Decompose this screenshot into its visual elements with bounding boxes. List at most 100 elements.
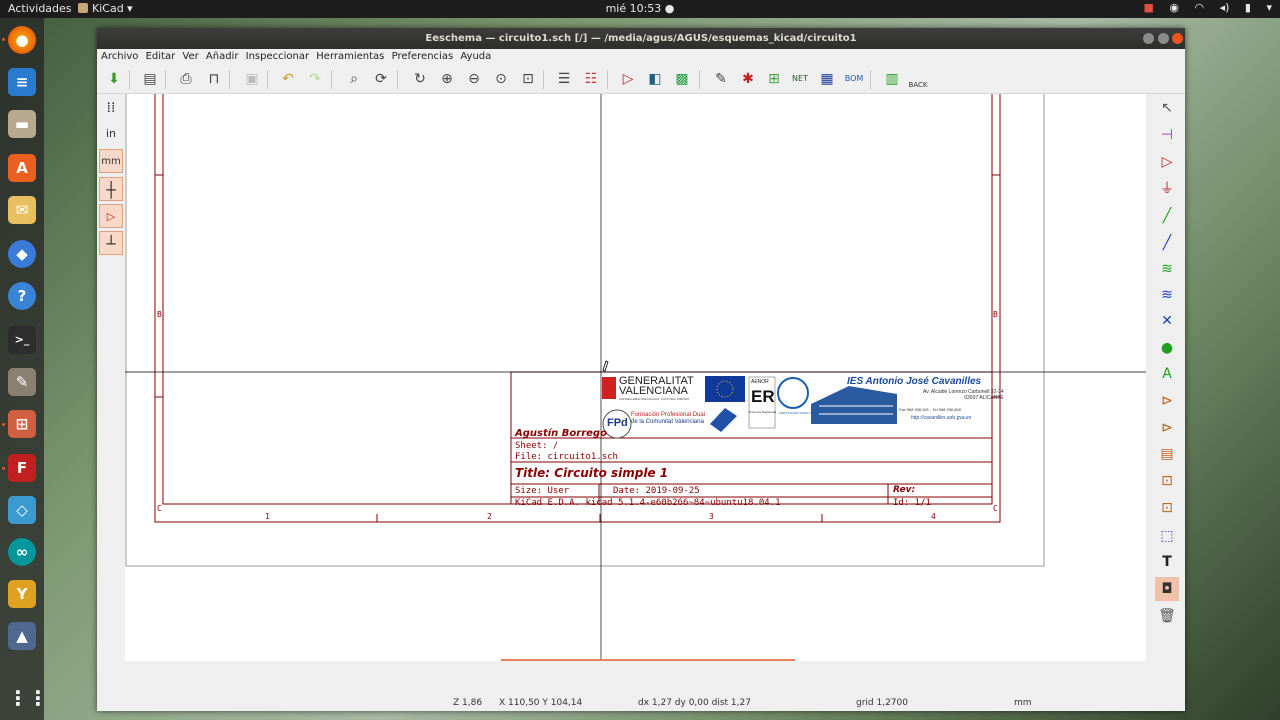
clock[interactable]: mié 10:53 ● bbox=[0, 2, 1280, 15]
add-global-label-icon[interactable]: ⊳ bbox=[1155, 389, 1179, 413]
menu-ver[interactable]: Ver bbox=[178, 49, 198, 62]
menu-inspeccionar[interactable]: Inspeccionar bbox=[242, 49, 309, 62]
app-menu[interactable]: KiCad ▾ bbox=[78, 2, 133, 15]
save-icon[interactable]: ⬇ bbox=[103, 68, 125, 90]
undo-icon[interactable]: ↶ bbox=[277, 68, 299, 90]
symbol-browser-icon[interactable]: ◧ bbox=[644, 68, 666, 90]
annotate-icon[interactable]: ✎ bbox=[710, 68, 732, 90]
title-block-author: Agustín Borrego bbox=[515, 428, 607, 439]
find-replace-icon[interactable]: ⟳ bbox=[370, 68, 392, 90]
gimp-icon[interactable]: ✎ bbox=[8, 368, 36, 396]
files-icon[interactable]: ▬ bbox=[8, 110, 36, 138]
menu-herramientas[interactable]: Herramientas bbox=[312, 49, 384, 62]
maximize-button[interactable] bbox=[1158, 33, 1169, 44]
add-bus-icon[interactable]: ╱ bbox=[1155, 231, 1179, 255]
wire-angle-icon[interactable]: ┴ bbox=[99, 231, 123, 255]
add-power-icon[interactable]: ⏚ bbox=[1155, 177, 1179, 201]
back-annotate-icon[interactable]: BACK bbox=[907, 68, 929, 90]
eeschema-window: Eeschema — circuito1.sch [/] — /media/ag… bbox=[97, 28, 1185, 711]
yed-icon[interactable]: Y bbox=[8, 580, 36, 608]
zoom-selection-icon[interactable]: ⊡ bbox=[517, 68, 539, 90]
status-bar: Z 1,86 X 110,50 Y 104,14 dx 1,27 dy 0,00… bbox=[97, 695, 1185, 711]
page-settings-icon[interactable]: ▤ bbox=[139, 68, 161, 90]
activities-button[interactable]: Actividades bbox=[8, 2, 72, 15]
plot-icon[interactable]: ⊓ bbox=[203, 68, 225, 90]
menu-anadir[interactable]: Añadir bbox=[202, 49, 239, 62]
cursor-shape-icon[interactable]: ┼ bbox=[99, 177, 123, 201]
zoom-fit-icon[interactable]: ⊙ bbox=[490, 68, 512, 90]
delete-icon[interactable]: 🗑 bbox=[1155, 604, 1179, 628]
software-center-icon[interactable]: A bbox=[8, 154, 36, 182]
add-image-icon[interactable]: ◘ bbox=[1155, 577, 1179, 601]
netlist-icon[interactable]: NET bbox=[789, 68, 811, 90]
erc-icon[interactable]: ✱ bbox=[737, 68, 759, 90]
show-apps-icon[interactable]: ⋮⋮ bbox=[8, 684, 48, 712]
hidden-pins-icon[interactable]: ▷ bbox=[99, 204, 123, 228]
wire-to-bus-entry-icon[interactable]: ≋ bbox=[1155, 257, 1179, 281]
image-viewer-icon[interactable]: ▲ bbox=[8, 622, 36, 650]
freecad-icon[interactable]: F bbox=[8, 454, 36, 482]
menu-archivo[interactable]: Archivo bbox=[97, 49, 138, 62]
import-sheet-pin-icon[interactable]: ⊡ bbox=[1155, 469, 1179, 493]
firefox-icon[interactable]: ● bbox=[8, 26, 36, 54]
select-arrow-icon[interactable]: ↖ bbox=[1155, 96, 1179, 120]
ies-name: IES Antonio José Cavanilles bbox=[847, 376, 982, 387]
add-graphic-lines-icon[interactable]: ⬚ bbox=[1155, 524, 1179, 548]
title-block-kicad-version: KiCad E.D.A. kicad 5.1.4-e60b266~84~ubun… bbox=[515, 498, 781, 508]
bus-to-bus-entry-icon[interactable]: ≋ bbox=[1155, 283, 1179, 307]
title-block-rev: Rev: bbox=[893, 485, 916, 495]
refresh-icon[interactable]: ↻ bbox=[409, 68, 431, 90]
leave-sheet-icon[interactable]: ☷ bbox=[580, 68, 602, 90]
menu-preferencias[interactable]: Preferencias bbox=[388, 49, 454, 62]
fritzing-icon[interactable]: ◇ bbox=[8, 496, 36, 524]
horizontal-scrollbar[interactable] bbox=[501, 659, 795, 661]
inches-button[interactable]: in bbox=[99, 122, 123, 146]
arduino-icon[interactable]: ∞ bbox=[8, 538, 36, 566]
kicad-eeschema-icon[interactable]: ⊞ bbox=[8, 410, 36, 438]
zoom-out-icon[interactable]: ⊖ bbox=[463, 68, 485, 90]
grid-toggle-icon[interactable]: ⁞⁞ bbox=[99, 96, 123, 120]
window-titlebar[interactable]: Eeschema — circuito1.sch [/] — /media/ag… bbox=[97, 28, 1185, 49]
frame-col-1: 1 bbox=[265, 512, 270, 521]
close-button[interactable] bbox=[1172, 33, 1183, 44]
add-sheet-pin-icon[interactable]: ⊡ bbox=[1155, 496, 1179, 520]
millimeters-button[interactable]: mm bbox=[99, 149, 123, 173]
paste-icon[interactable]: ▣ bbox=[241, 68, 263, 90]
mail-icon[interactable]: ✉ bbox=[8, 196, 36, 224]
help-icon[interactable]: ? bbox=[8, 282, 36, 310]
terminal-icon[interactable]: >_ bbox=[8, 326, 36, 354]
bom-table-icon[interactable]: ▦ bbox=[816, 68, 838, 90]
zoom-in-icon[interactable]: ⊕ bbox=[436, 68, 458, 90]
symbol-editor-icon[interactable]: ▷ bbox=[617, 68, 639, 90]
hierarchy-navigator-icon[interactable]: ☰ bbox=[553, 68, 575, 90]
writer-icon[interactable]: ≡ bbox=[8, 68, 36, 96]
units-readout: mm bbox=[1014, 698, 1032, 708]
find-icon[interactable]: ⌕ bbox=[343, 68, 365, 90]
toolbar-separator bbox=[699, 70, 700, 89]
highlight-net-icon[interactable]: ⊣ bbox=[1155, 123, 1179, 147]
footprint-editor-icon[interactable]: ▩ bbox=[671, 68, 693, 90]
pcbnew-icon[interactable]: ▥ bbox=[881, 68, 903, 90]
menu-editar[interactable]: Editar bbox=[142, 49, 176, 62]
system-tray[interactable]: ■ ◉ ◠ ◂) ▮ ▾ bbox=[1131, 1, 1272, 14]
no-connect-icon[interactable]: ✕ bbox=[1155, 309, 1179, 333]
running-indicator bbox=[2, 467, 5, 470]
bom-icon[interactable]: BOM bbox=[843, 68, 865, 90]
generalitat-emblem bbox=[602, 377, 616, 399]
print-icon[interactable]: ⎙ bbox=[175, 68, 197, 90]
add-hierarchical-sheet-icon[interactable]: ▤ bbox=[1155, 442, 1179, 466]
frame-col-3: 3 bbox=[709, 512, 714, 521]
add-symbol-icon[interactable]: ▷ bbox=[1155, 150, 1179, 174]
add-net-label-icon[interactable]: A bbox=[1155, 362, 1179, 386]
add-text-icon[interactable]: T bbox=[1155, 550, 1179, 574]
minimize-button[interactable] bbox=[1143, 33, 1154, 44]
schematic-canvas[interactable]: B B C C 1 2 3 4 GENERALITAT VALENCIANA CO… bbox=[125, 94, 1146, 661]
add-hierarchical-label-icon[interactable]: ⊳ bbox=[1155, 416, 1179, 440]
thunderbird-icon[interactable]: ◆ bbox=[8, 240, 36, 268]
title-block-id: Id: 1/1 bbox=[893, 498, 931, 508]
redo-icon[interactable]: ↷ bbox=[304, 68, 326, 90]
assign-footprints-icon[interactable]: ⊞ bbox=[763, 68, 785, 90]
add-wire-icon[interactable]: ╱ bbox=[1155, 204, 1179, 228]
add-junction-icon[interactable]: ● bbox=[1155, 336, 1179, 360]
menu-ayuda[interactable]: Ayuda bbox=[456, 49, 491, 62]
